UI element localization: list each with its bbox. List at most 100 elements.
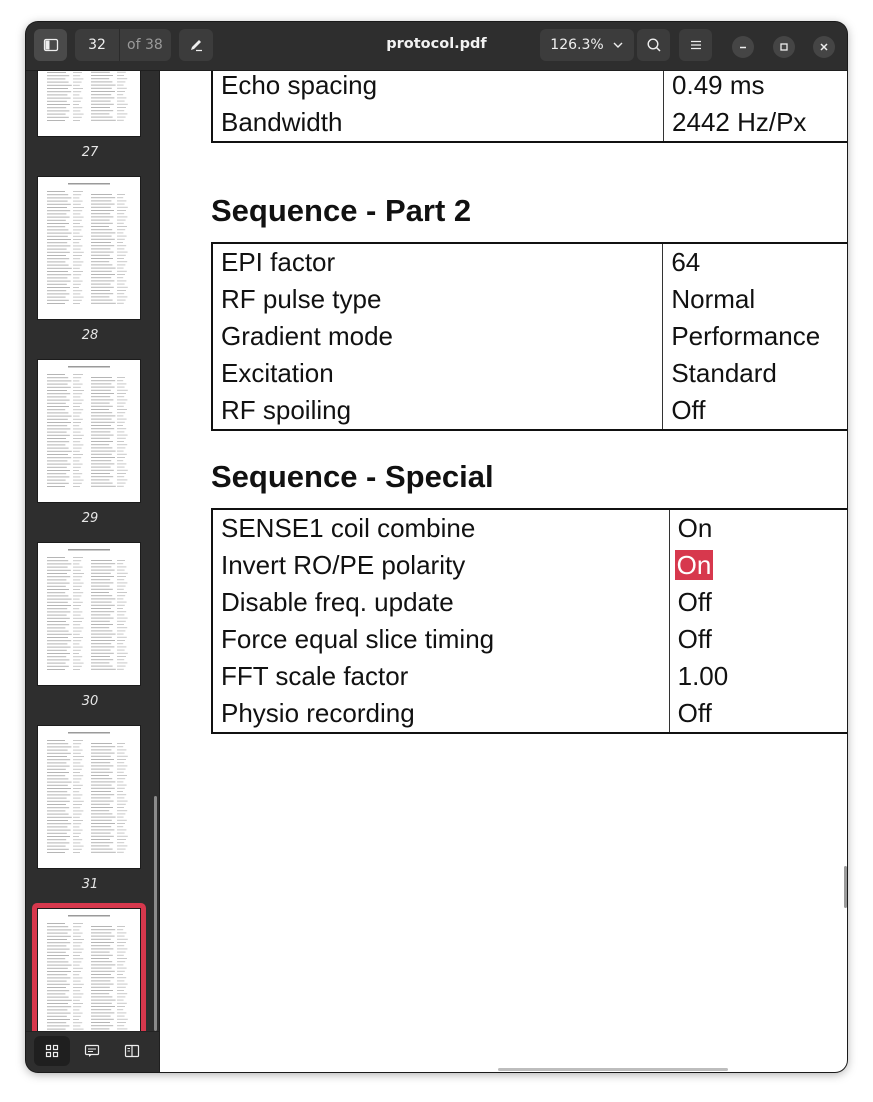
param-value: Off	[677, 624, 712, 654]
param-value-cell: Normal	[663, 281, 847, 318]
param-name: RF spoiling	[212, 392, 664, 430]
sidebar-scrollbar[interactable]	[154, 796, 157, 1031]
thumbnail-image	[38, 360, 140, 502]
pen-icon	[191, 40, 202, 52]
param-value: Off	[671, 395, 706, 425]
thumbnails-icon	[45, 1044, 59, 1058]
param-value-cell: Off	[669, 621, 847, 658]
table-row: Disable freq. update Off	[212, 584, 847, 621]
thumbnail-image	[38, 177, 140, 319]
param-value-cell: On	[669, 547, 847, 584]
table-row: EPI factor 64	[212, 243, 847, 281]
param-value-cell: Off	[663, 392, 847, 430]
thumbnail-image	[38, 543, 140, 685]
zoom-level: 126.3%	[550, 37, 604, 53]
outline-icon	[124, 1044, 140, 1058]
table-row: Bandwidth 2442 Hz/Px	[212, 104, 847, 142]
sidebar-icon	[43, 38, 58, 52]
table-row: RF spoiling Off	[212, 392, 847, 430]
thumbnail-page-number: 27	[81, 145, 99, 160]
zoom-dropdown[interactable]: 126.3%	[540, 29, 634, 61]
table-row: Excitation Standard	[212, 355, 847, 392]
param-value: Normal	[671, 284, 756, 314]
hamburger-menu-icon	[690, 40, 701, 50]
param-value-cell: 64	[663, 243, 847, 281]
table-row: Physio recording Off	[212, 695, 847, 733]
param-name: Disable freq. update	[212, 584, 670, 621]
sidebar-tab-bar	[26, 1031, 159, 1072]
section-title-part2: Sequence - Part 2	[211, 193, 472, 228]
document-vertical-scrollbar[interactable]	[844, 866, 847, 908]
param-name: RF pulse type	[212, 281, 664, 318]
param-value: Performance	[671, 321, 821, 351]
param-value-cell: 2442 Hz/Px	[664, 104, 847, 142]
thumbnails-tab[interactable]	[34, 1036, 70, 1066]
param-name: Echo spacing	[212, 71, 665, 104]
thumbnail-page-number: 29	[81, 511, 99, 526]
table-row: Echo spacing 0.49 ms	[212, 71, 847, 104]
document-horizontal-scrollbar[interactable]	[498, 1068, 728, 1071]
params-table-top: Echo spacing 0.49 ms Bandwidth 2442 Hz/Px	[211, 71, 847, 143]
param-name: Physio recording	[212, 695, 670, 733]
param-name: Bandwidth	[212, 104, 665, 142]
param-value-cell: On	[669, 509, 847, 547]
params-table-special: SENSE1 coil combine On Invert RO/PE polari…	[211, 508, 847, 734]
param-value-cell: Standard	[663, 355, 847, 392]
param-name: FFT scale factor	[212, 658, 670, 695]
param-value-cell: Off	[669, 695, 847, 733]
search-button[interactable]	[637, 29, 670, 61]
param-name: SENSE1 coil combine	[212, 509, 670, 547]
maximize-icon	[780, 43, 788, 51]
main-menu-button[interactable]	[679, 29, 712, 61]
param-name: Excitation	[212, 355, 664, 392]
search-icon	[646, 38, 661, 52]
table-row: FFT scale factor 1.00	[212, 658, 847, 695]
table-row: RF pulse type Normal	[212, 281, 847, 318]
highlighted-param-value: On	[674, 550, 714, 580]
thumbnail-image	[38, 726, 140, 868]
param-name: Invert RO/PE polarity	[212, 547, 670, 584]
section-title-special: Sequence - Special	[211, 459, 494, 494]
param-value-cell: Off	[669, 584, 847, 621]
param-value: 0.49 ms	[672, 71, 765, 100]
param-value: 64	[671, 247, 701, 277]
thumbnail-sidebar[interactable]: 272829303132	[26, 71, 159, 1031]
outline-tab[interactable]	[114, 1036, 150, 1066]
param-value: Off	[677, 587, 712, 617]
thumbnail-page-number: 31	[81, 877, 99, 892]
table-row: SENSE1 coil combine On	[212, 509, 847, 547]
annotations-tab[interactable]	[74, 1036, 110, 1066]
annotations-icon	[84, 1044, 100, 1057]
params-table-part2: EPI factor 64 RF pulse type Normal Gradient …	[211, 242, 847, 431]
document-view[interactable]: Echo spacing 0.49 ms Bandwidth 2442 Hz/Px S…	[159, 71, 847, 1072]
table-row: Gradient mode Performance	[212, 318, 847, 355]
param-value: Standard	[671, 358, 777, 388]
page-number-input[interactable]: 32	[75, 37, 119, 53]
table-row: Force equal slice timing Off	[212, 621, 847, 658]
param-name: Gradient mode	[212, 318, 664, 355]
page-total-label: of 38	[127, 37, 163, 53]
thumbnail-page-number: 30	[81, 694, 99, 709]
param-value-cell: 1.00	[669, 658, 847, 695]
app-window: 32 of 38 protocol.pdf 126.3% 27 28 29 30…	[26, 22, 847, 1072]
chevron-down-icon	[613, 42, 623, 48]
minimize-icon	[740, 46, 746, 49]
param-value: 2442 Hz/Px	[672, 107, 807, 137]
thumbnail-image	[38, 909, 140, 1031]
table-row: Invert RO/PE polarity On	[212, 547, 847, 584]
sidebar-toggle-button[interactable]	[34, 29, 67, 61]
param-name: Force equal slice timing	[212, 621, 670, 658]
param-value-cell: 0.49 ms	[664, 71, 847, 104]
maximize-button[interactable]	[773, 36, 795, 58]
annotate-button[interactable]	[179, 29, 213, 61]
page-number-box: 32 of 38	[75, 29, 171, 61]
minimize-button[interactable]	[732, 36, 754, 58]
param-value: Off	[677, 698, 712, 728]
close-button[interactable]	[813, 36, 835, 58]
param-value-cell: Performance	[663, 318, 847, 355]
thumbnail-page-number: 28	[81, 328, 99, 343]
param-value: On	[677, 513, 713, 543]
close-icon	[820, 43, 828, 51]
param-name: EPI factor	[212, 243, 664, 281]
thumbnail-image	[38, 71, 140, 136]
